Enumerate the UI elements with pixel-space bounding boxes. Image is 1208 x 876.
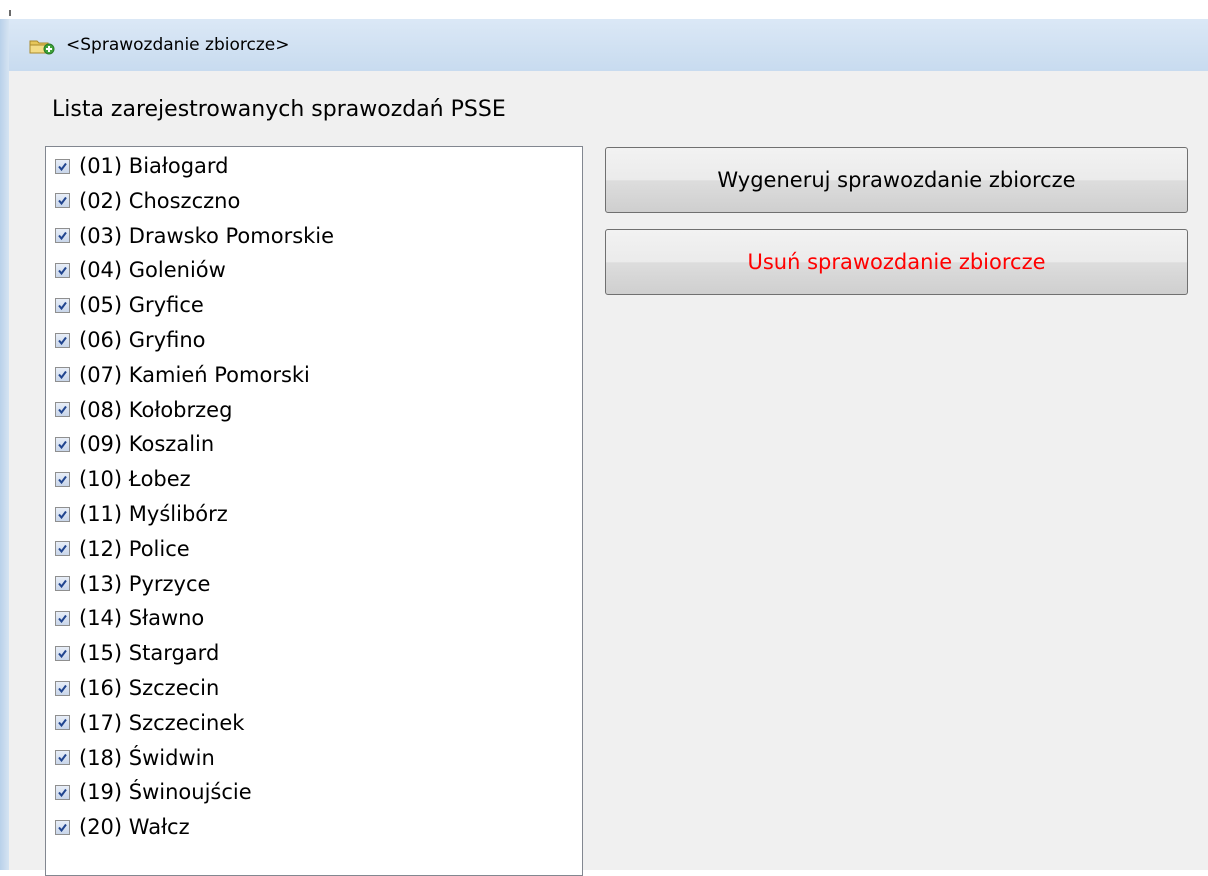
list-item-label: (02) Choszczno [79, 188, 241, 213]
list-item-label: (05) Gryfice [79, 293, 204, 318]
checkmark-icon [58, 823, 67, 832]
checkbox[interactable] [55, 332, 70, 348]
checkbox[interactable] [55, 506, 70, 522]
list-item[interactable]: (18) Świdwin [55, 741, 215, 775]
list-item[interactable]: (07) Kamień Pomorski [55, 358, 310, 392]
list-item-label: (04) Goleniów [79, 258, 226, 283]
checkmark-icon [58, 545, 67, 554]
list-item-label: (19) Świnoujście [79, 780, 252, 805]
checkmark-icon [58, 162, 67, 171]
checkmark-icon [58, 405, 67, 415]
list-item-label: (01) Białogard [79, 154, 229, 178]
checkmark-icon [58, 579, 67, 589]
report-window: <Sprawozdanie zbiorcze> Lista zarejestro… [0, 0, 1208, 876]
folder-add-icon [29, 37, 55, 55]
checkbox[interactable] [55, 715, 70, 731]
checkbox[interactable] [55, 784, 70, 800]
checkmark-icon [58, 440, 67, 450]
checkbox[interactable] [55, 576, 70, 592]
list-label: Lista zarejestrowanych sprawozdań PSSE [52, 97, 506, 122]
list-item-label: (16) Szczecin [79, 676, 220, 700]
checkbox[interactable] [55, 471, 70, 487]
checkbox[interactable] [55, 297, 70, 313]
list-item[interactable]: (12) Police [55, 532, 190, 566]
checkbox[interactable] [55, 541, 70, 557]
list-item[interactable]: (19) Świnoujście [55, 775, 252, 809]
checkbox[interactable] [55, 158, 70, 174]
list-item-label: (11) Myślibórz [79, 502, 228, 526]
list-item[interactable]: (16) Szczecin [55, 671, 219, 705]
list-item[interactable]: (13) Pyrzyce [55, 567, 210, 601]
edge-mark [9, 10, 11, 16]
checkbox[interactable] [55, 610, 70, 626]
checkmark-icon [58, 336, 67, 345]
list-item-label: (06) Gryfino [79, 328, 206, 352]
list-item[interactable]: (10) Łobez [55, 462, 191, 496]
list-item-label: (03) Drawsko Pomorskie [79, 223, 335, 248]
list-item-label: (10) Łobez [79, 467, 191, 492]
checkmark-icon [58, 475, 67, 484]
checkmark-icon [58, 614, 67, 624]
checkbox[interactable] [55, 750, 70, 766]
list-item[interactable]: (15) Stargard [55, 636, 219, 670]
checkbox[interactable] [55, 645, 70, 661]
checkmark-icon [58, 788, 67, 798]
list-item-label: (14) Sławno [79, 606, 205, 631]
checkbox[interactable] [55, 402, 70, 418]
window-border [0, 19, 9, 870]
list-item-label: (12) Police [79, 536, 190, 561]
list-item[interactable]: (05) Gryfice [55, 288, 204, 322]
checkmark-icon [58, 301, 67, 310]
list-item[interactable]: (01) Białogard [55, 149, 229, 183]
checkmark-icon [58, 753, 67, 763]
checkbox[interactable] [55, 193, 70, 209]
list-item[interactable]: (11) Myślibórz [55, 497, 228, 531]
list-item[interactable]: (06) Gryfino [55, 323, 206, 357]
list-item[interactable]: (08) Kołobrzeg [55, 393, 232, 427]
top-strip [0, 0, 1208, 19]
checked-listbox[interactable]: (01) Białogard (02) Choszczno (03) Drawsko… [45, 146, 583, 876]
checkmark-icon [58, 371, 67, 380]
delete-report-button[interactable]: Usuń sprawozdanie zbiorcze [605, 229, 1188, 295]
checkbox[interactable] [55, 436, 70, 452]
list-item[interactable]: (03) Drawsko Pomorskie [55, 219, 334, 253]
list-item-label: (09) Koszalin [79, 432, 215, 457]
list-item[interactable]: (02) Choszczno [55, 184, 240, 218]
list-item[interactable]: (04) Goleniów [55, 253, 226, 287]
checkmark-icon [58, 684, 67, 693]
list-item-label: (18) Świdwin [79, 745, 215, 770]
list-item[interactable]: (09) Koszalin [55, 427, 214, 461]
checkmark-icon [58, 231, 67, 241]
generate-report-button[interactable]: Wygeneruj sprawozdanie zbiorcze [605, 147, 1188, 213]
checkbox[interactable] [55, 819, 70, 835]
checkmark-icon [58, 649, 67, 658]
list-item[interactable]: (14) Sławno [55, 601, 204, 635]
checkbox[interactable] [55, 228, 70, 244]
client-area: Lista zarejestrowanych sprawozdań PSSE (… [9, 71, 1208, 876]
window-title: <Sprawozdanie zbiorcze> [66, 35, 290, 55]
list-item[interactable]: (20) Wałcz [55, 810, 190, 844]
list-item[interactable]: (17) Szczecinek [55, 706, 244, 740]
checkmark-icon [58, 510, 67, 519]
checkmark-icon [58, 197, 67, 206]
title-bar[interactable]: <Sprawozdanie zbiorcze> [9, 19, 1208, 71]
list-item-label: (15) Stargard [79, 641, 220, 666]
list-item-label: (17) Szczecinek [79, 710, 245, 735]
checkbox[interactable] [55, 262, 70, 278]
list-item-label: (13) Pyrzyce [79, 571, 211, 596]
list-item-label: (08) Kołobrzeg [79, 397, 233, 422]
checkbox[interactable] [55, 367, 70, 383]
list-item-label: (07) Kamień Pomorski [79, 362, 310, 387]
list-item-label: (20) Wałcz [79, 815, 190, 840]
checkmark-icon [58, 266, 67, 276]
checkbox[interactable] [55, 680, 70, 696]
checkmark-icon [58, 719, 67, 728]
